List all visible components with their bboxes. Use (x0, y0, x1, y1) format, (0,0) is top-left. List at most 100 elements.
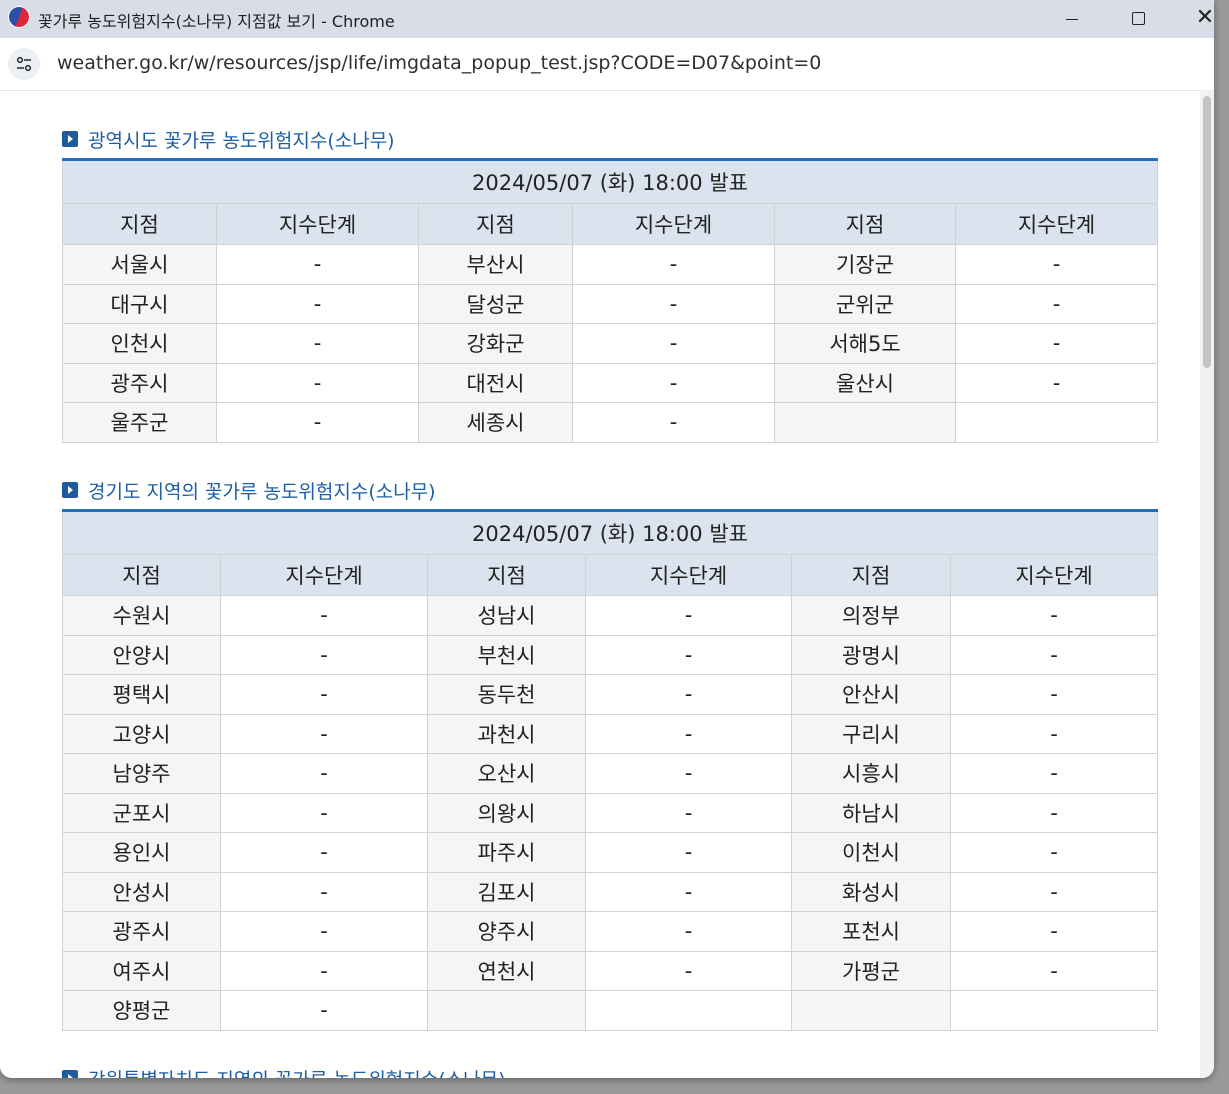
index-level: - (216, 283, 419, 324)
index-level: - (955, 283, 1158, 324)
minimize-icon (1066, 18, 1078, 20)
station-name: 울주군 (62, 402, 217, 443)
column-header: 지수단계 (572, 203, 775, 245)
station-name: 수원시 (62, 595, 221, 636)
column-header: 지수단계 (585, 554, 792, 596)
index-level: - (585, 911, 792, 952)
station-name: 하남시 (791, 792, 951, 833)
table-row: 남양주 - 오산시 - 시흥시 - (62, 753, 1158, 794)
station-name: 의정부 (791, 595, 951, 636)
table-row: 용인시 - 파주시 - 이천시 - (62, 832, 1158, 873)
announcement-row: 2024/05/07 (화) 18:00 발표 (62, 510, 1158, 555)
station-name: 광명시 (791, 634, 951, 675)
index-level (955, 402, 1158, 443)
vertical-scrollbar[interactable] (1200, 90, 1214, 1078)
column-header: 지점 (62, 203, 217, 245)
station-name (774, 402, 956, 443)
bullet-arrow-icon (62, 131, 78, 147)
window-title: 꽃가루 농도위험지수(소나무) 지점값 보기 - Chrome (38, 12, 395, 31)
index-level (585, 990, 792, 1031)
station-name: 광주시 (62, 362, 217, 403)
index-level: - (950, 871, 1158, 912)
station-name: 안성시 (62, 871, 221, 912)
index-level: - (950, 713, 1158, 754)
index-level: - (585, 871, 792, 912)
column-header: 지점 (427, 554, 586, 596)
header-row: 지점 지수단계 지점 지수단계 지점 지수단계 (62, 554, 1158, 596)
index-level: - (220, 911, 428, 952)
table-row: 광주시 - 대전시 - 울산시 - (62, 362, 1158, 403)
station-name: 동두천 (427, 674, 586, 715)
station-name: 광주시 (62, 911, 221, 952)
minimize-button[interactable] (1042, 0, 1102, 36)
station-name (791, 990, 951, 1031)
index-level: - (216, 362, 419, 403)
index-level: - (572, 283, 775, 324)
station-name: 여주시 (62, 950, 221, 991)
station-name: 시흥시 (791, 753, 951, 794)
page-content: 광역시도 꽃가루 농도위험지수(소나무) 2024/05/07 (화) 18:0… (0, 91, 1200, 1078)
station-name: 울산시 (774, 362, 956, 403)
station-name: 세종시 (418, 402, 573, 443)
header-row: 지점 지수단계 지점 지수단계 지점 지수단계 (62, 203, 1158, 245)
index-level: - (585, 792, 792, 833)
table-row: 여주시 - 연천시 - 가평군 - (62, 950, 1158, 991)
index-level: - (585, 634, 792, 675)
column-header: 지점 (62, 554, 221, 596)
close-button[interactable]: ✕ (1175, 0, 1214, 36)
index-level: - (220, 990, 428, 1031)
gyeonggi-section: 경기도 지역의 꽃가루 농도위험지수(소나무) 2024/05/07 (화) 1… (62, 476, 1158, 1031)
table-row: 울주군 - 세종시 - (62, 402, 1158, 443)
station-name: 연천시 (427, 950, 586, 991)
gangwon-section: 강원특별자치도 지역의 꽃가루 농도위험지수(소나무) (62, 1064, 1157, 1078)
section-title-text: 강원특별자치도 지역의 꽃가루 농도위험지수(소나무) (88, 1065, 506, 1079)
station-name: 과천시 (427, 713, 586, 754)
station-name: 달성군 (418, 283, 573, 324)
column-header: 지점 (418, 203, 573, 245)
station-name: 안산시 (791, 674, 951, 715)
table-row: 평택시 - 동두천 - 안산시 - (62, 674, 1158, 715)
index-level: - (950, 832, 1158, 873)
station-name: 기장군 (774, 244, 956, 285)
section-title-text: 광역시도 꽃가루 농도위험지수(소나무) (88, 129, 395, 152)
scrollbar-thumb[interactable] (1203, 96, 1211, 368)
section-title-text: 경기도 지역의 꽃가루 농도위험지수(소나무) (88, 480, 436, 503)
url-text[interactable]: weather.go.kr/w/resources/jsp/life/imgda… (57, 52, 821, 74)
index-level: - (572, 402, 775, 443)
station-name: 대전시 (418, 362, 573, 403)
station-name: 화성시 (791, 871, 951, 912)
station-name: 오산시 (427, 753, 586, 794)
announcement-row: 2024/05/07 (화) 18:00 발표 (62, 159, 1158, 204)
index-level: - (585, 950, 792, 991)
station-name: 남양주 (62, 753, 221, 794)
maximize-button[interactable] (1108, 0, 1168, 36)
column-header: 지점 (791, 554, 951, 596)
index-level: - (572, 362, 775, 403)
station-name: 이천시 (791, 832, 951, 873)
maximize-icon (1131, 11, 1145, 25)
station-name: 인천시 (62, 323, 217, 364)
index-level: - (220, 950, 428, 991)
station-name: 양평군 (62, 990, 221, 1031)
section-title: 경기도 지역의 꽃가루 농도위험지수(소나무) (62, 476, 1157, 504)
index-level: - (220, 871, 428, 912)
site-info-button[interactable] (8, 48, 40, 80)
index-level (950, 990, 1158, 1031)
index-level: - (950, 950, 1158, 991)
index-level: - (950, 911, 1158, 952)
index-level: - (955, 323, 1158, 364)
station-name: 구리시 (791, 713, 951, 754)
table-row: 인천시 - 강화군 - 서해5도 - (62, 323, 1158, 364)
index-level: - (220, 674, 428, 715)
station-name: 포천시 (791, 911, 951, 952)
section-title: 광역시도 꽃가루 농도위험지수(소나무) (62, 125, 1157, 153)
index-level: - (585, 832, 792, 873)
index-level: - (955, 362, 1158, 403)
announcement-time: 2024/05/07 (화) 18:00 발표 (62, 510, 1158, 555)
station-name: 의왕시 (427, 792, 586, 833)
station-name (427, 990, 586, 1031)
bullet-arrow-icon (62, 1070, 78, 1078)
station-name: 고양시 (62, 713, 221, 754)
index-level: - (955, 244, 1158, 285)
index-level: - (572, 244, 775, 285)
